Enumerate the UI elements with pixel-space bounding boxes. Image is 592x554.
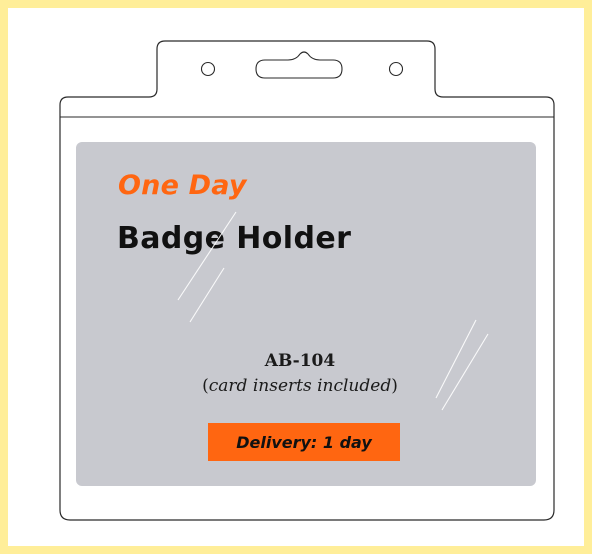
headline-one-day: One Day <box>118 170 247 201</box>
inserts-note: (card inserts included) <box>0 375 592 397</box>
delivery-badge: Delivery: 1 day <box>208 423 400 461</box>
inserts-note-close: ) <box>391 376 398 396</box>
delivery-label: Delivery: 1 day <box>236 432 372 452</box>
inserts-note-text: card inserts included <box>208 376 392 396</box>
model-number: AB-104 <box>264 351 336 371</box>
inserts-note-open: ( <box>202 376 209 396</box>
headline-badge-holder: Badge Holder <box>117 221 352 256</box>
